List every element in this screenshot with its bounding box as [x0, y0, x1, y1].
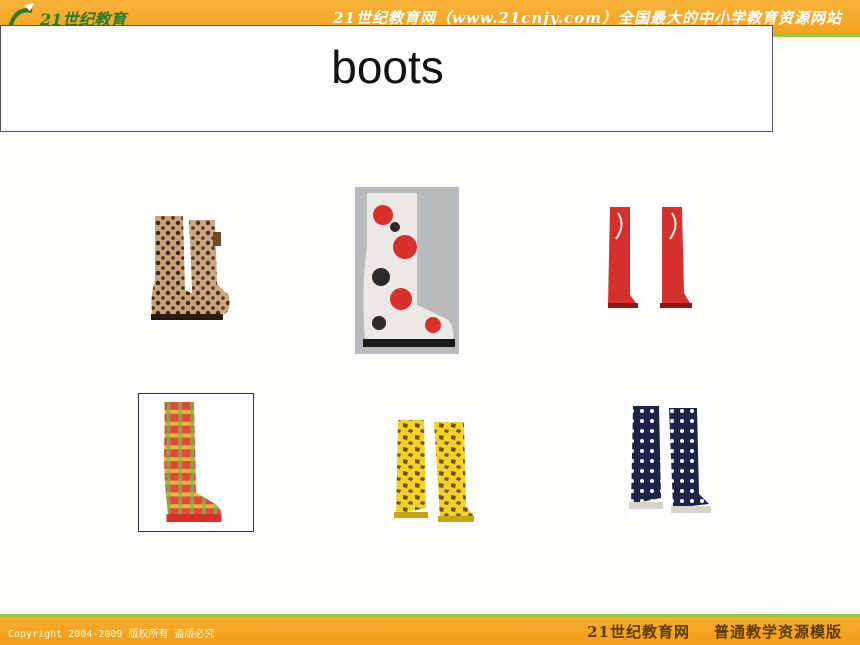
- leopard-boot-icon: [145, 210, 232, 328]
- yellow-giraffe-boot-image: [390, 410, 476, 532]
- footer-site-name: 21世纪教育网: [587, 623, 690, 641]
- navy-polka-dot-boot-image: [627, 396, 713, 520]
- plaid-boot-icon: [139, 394, 253, 531]
- footer-bar: Copyright 2004-2009 版权所有 盗版必究 21世纪教育网 普通教…: [0, 617, 860, 645]
- floral-boot-image: [355, 187, 459, 354]
- plaid-boot-image: [138, 393, 254, 532]
- navy-polka-dot-boot-icon: [627, 396, 713, 520]
- footer-site-info: 21世纪教育网 普通教学资源模版: [563, 621, 842, 642]
- floral-boot-icon: [355, 187, 459, 354]
- red-boot-image: [606, 195, 692, 315]
- copyright-text: Copyright 2004-2009 版权所有 盗版必究: [8, 629, 215, 640]
- red-boot-icon: [606, 195, 692, 315]
- footer-template-name: 普通教学资源模版: [713, 623, 842, 641]
- title-box: boots: [0, 25, 773, 132]
- leopard-boot-image: [145, 210, 232, 328]
- yellow-giraffe-boot-icon: [390, 410, 476, 532]
- slide-title: boots: [331, 41, 444, 93]
